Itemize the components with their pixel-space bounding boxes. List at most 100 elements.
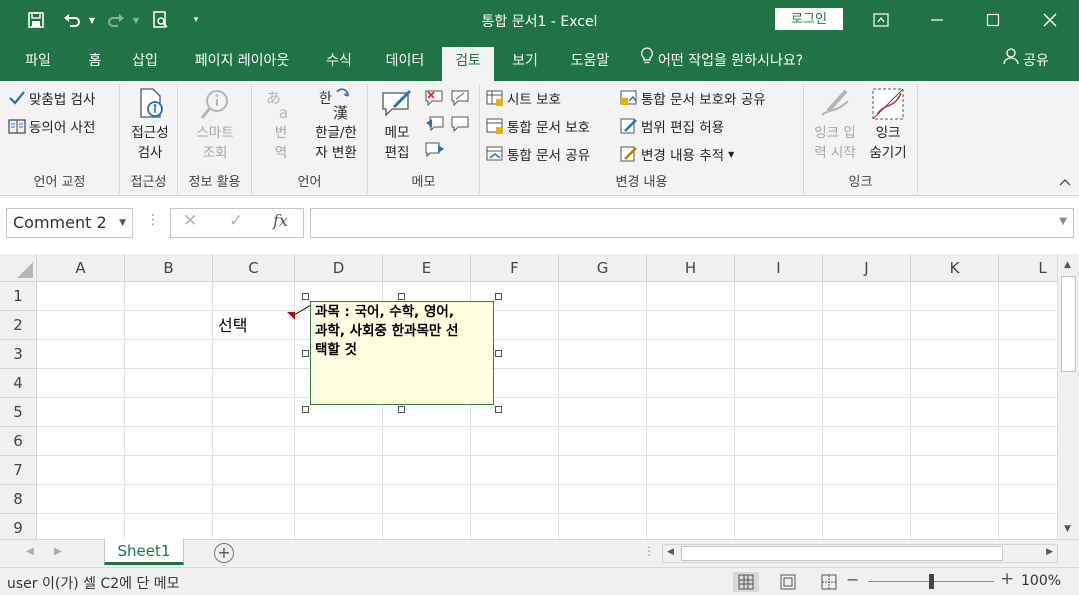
horizontal-scrollbar[interactable]: ◀ ▶ <box>662 544 1058 563</box>
zoom-slider-thumb[interactable] <box>929 574 934 589</box>
vertical-scroll-thumb[interactable] <box>1061 276 1076 372</box>
row-header-5[interactable]: 5 <box>0 398 37 427</box>
column-header-J[interactable]: J <box>823 254 911 282</box>
tab-review[interactable]: 검토 <box>442 47 494 81</box>
next-comment-icon[interactable] <box>424 140 446 160</box>
column-header-E[interactable]: E <box>383 254 471 282</box>
maximize-icon[interactable] <box>978 6 1008 34</box>
column-header-H[interactable]: H <box>647 254 735 282</box>
horizontal-scroll-thumb[interactable] <box>681 546 1003 561</box>
scroll-left-icon[interactable]: ◀ <box>667 547 674 557</box>
collapse-ribbon-icon[interactable] <box>1059 175 1071 189</box>
tab-split-grip[interactable]: ⋮ <box>643 544 655 558</box>
sheet-tab-bar: ◀ ▶ Sheet1 + ⋮ ◀ ▶ <box>0 539 1079 567</box>
row-header-2[interactable]: 2 <box>0 311 37 340</box>
login-button[interactable]: 로그인 <box>775 8 843 30</box>
resize-handle[interactable] <box>495 406 502 413</box>
show-comment-icon[interactable] <box>450 88 472 108</box>
row-header-1[interactable]: 1 <box>0 282 37 311</box>
resize-handle[interactable] <box>398 406 405 413</box>
comment-box[interactable]: 과목 : 국어, 수학, 영어, 과학, 사회중 한과목만 선 택할 것 <box>310 301 494 405</box>
resize-handle[interactable] <box>302 350 309 357</box>
new-sheet-icon[interactable]: + <box>214 543 234 563</box>
zoom-level[interactable]: 100% <box>1021 573 1061 589</box>
page-break-preview-icon[interactable] <box>816 572 842 592</box>
track-changes-button[interactable]: 변경 내용 추적 ▼ <box>620 143 734 165</box>
resize-handle[interactable] <box>302 293 309 300</box>
expand-formula-bar-icon[interactable]: ▼ <box>1059 216 1067 227</box>
hangul-hanja-convert-button[interactable]: 한漢 한글/한 자 변환 <box>306 87 366 163</box>
formula-bar-grip[interactable]: ⋮ <box>146 212 160 228</box>
sheet-tab-sheet1[interactable]: Sheet1 <box>104 539 184 565</box>
previous-sheet-icon[interactable]: ◀ <box>26 546 34 557</box>
column-header-I[interactable]: I <box>735 254 823 282</box>
share-workbook-button[interactable]: 통합 문서 공유 <box>486 143 590 165</box>
row-header-9[interactable]: 9 <box>0 514 37 539</box>
tab-view[interactable]: 보기 <box>502 47 548 81</box>
tab-page-layout[interactable]: 페이지 레이아웃 <box>180 47 304 81</box>
formula-input[interactable]: ▼ <box>310 208 1074 238</box>
check-accessibility-button[interactable]: 접근성 검사 <box>124 87 176 163</box>
row-header-8[interactable]: 8 <box>0 485 37 514</box>
protect-share-workbook-button[interactable]: 통합 문서 보호와 공유 <box>620 87 766 109</box>
tell-me-search[interactable]: 어떤 작업을 원하시나요? <box>640 47 803 75</box>
enter-icon[interactable]: ✓ <box>229 211 243 231</box>
next-sheet-icon[interactable]: ▶ <box>54 546 62 557</box>
protect-workbook-button[interactable]: 통합 문서 보호 <box>486 115 590 137</box>
column-header-A[interactable]: A <box>37 254 125 282</box>
row-header-7[interactable]: 7 <box>0 456 37 485</box>
tab-help[interactable]: 도움말 <box>560 47 620 81</box>
scroll-down-icon[interactable]: ▼ <box>1064 524 1071 534</box>
show-all-comments-icon[interactable] <box>450 114 472 134</box>
minimize-icon[interactable] <box>922 6 952 34</box>
column-header-C[interactable]: C <box>213 254 295 282</box>
zoom-in-button[interactable]: + <box>1000 569 1014 589</box>
tab-data[interactable]: 데이터 <box>374 47 436 81</box>
edit-comment-button[interactable]: 메모 편집 <box>372 87 422 163</box>
page-layout-view-icon[interactable] <box>775 572 801 592</box>
protect-workbook-icon <box>486 117 504 135</box>
worksheet-grid[interactable]: ABCDEFGHIJKL 123456789 선택 과목 : 국어, 수학, 영… <box>0 254 1057 539</box>
protect-sheet-button[interactable]: 시트 보호 <box>486 87 561 109</box>
ribbon-display-icon[interactable] <box>866 6 896 34</box>
close-icon[interactable] <box>1035 6 1065 34</box>
column-header-L[interactable]: L <box>999 254 1057 282</box>
allow-edit-ranges-button[interactable]: 범위 편집 허용 <box>620 115 724 137</box>
column-header-K[interactable]: K <box>911 254 999 282</box>
row-header-4[interactable]: 4 <box>0 369 37 398</box>
select-all-button[interactable] <box>0 254 37 282</box>
normal-view-icon[interactable] <box>733 572 759 592</box>
insert-function-button[interactable]: fx <box>273 211 288 230</box>
vertical-scrollbar[interactable]: ▲ ▼ <box>1057 254 1079 539</box>
zoom-out-button[interactable]: − <box>846 570 859 589</box>
tab-insert[interactable]: 삽입 <box>122 47 168 81</box>
smart-lookup-button[interactable]: 스마트 조회 <box>186 87 244 163</box>
delete-comment-icon[interactable] <box>424 88 446 108</box>
resize-handle[interactable] <box>495 350 502 357</box>
resize-handle[interactable] <box>398 293 405 300</box>
share-button[interactable]: 공유 <box>1003 47 1049 75</box>
resize-handle[interactable] <box>302 406 309 413</box>
scroll-up-icon[interactable]: ▲ <box>1064 260 1071 270</box>
spelling-button[interactable]: 맞춤법 검사 <box>8 87 95 109</box>
column-header-F[interactable]: F <box>471 254 559 282</box>
row-header-6[interactable]: 6 <box>0 427 37 456</box>
tab-formulas[interactable]: 수식 <box>316 47 362 81</box>
previous-comment-icon[interactable] <box>424 114 446 134</box>
scroll-right-icon[interactable]: ▶ <box>1046 547 1053 557</box>
name-box[interactable]: Comment 2 ▼ <box>6 208 133 238</box>
row-header-3[interactable]: 3 <box>0 340 37 369</box>
column-header-D[interactable]: D <box>295 254 383 282</box>
column-header-G[interactable]: G <box>559 254 647 282</box>
cell-C2[interactable]: 선택 <box>214 311 296 340</box>
hide-ink-button[interactable]: 잉크 숨기기 <box>862 87 914 163</box>
start-inking-button[interactable]: 잉크 입 력 시작 <box>806 87 864 163</box>
cancel-icon[interactable]: ✕ <box>183 211 197 231</box>
tab-home[interactable]: 홈 <box>78 47 112 81</box>
resize-handle[interactable] <box>495 293 502 300</box>
translate-button[interactable]: あa 번 역 <box>258 87 304 163</box>
thesaurus-button[interactable]: 동의어 사전 <box>8 115 95 137</box>
chevron-down-icon[interactable]: ▼ <box>119 209 126 237</box>
column-header-B[interactable]: B <box>125 254 213 282</box>
tab-file[interactable]: 파일 <box>16 47 60 81</box>
